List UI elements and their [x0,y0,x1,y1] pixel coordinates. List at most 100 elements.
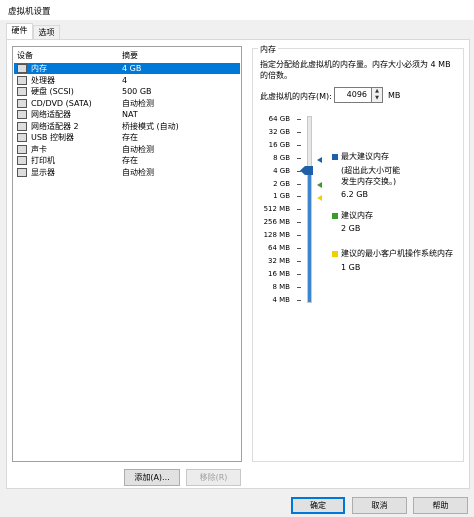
device-name: 内存 [31,64,47,73]
memory-input-value[interactable]: 4096 [347,90,367,99]
device-name: 声卡 [31,144,47,154]
recommended-value: 2 GB [341,224,361,233]
column-header-device[interactable]: 设备 [17,50,33,61]
device-row[interactable]: 打印机 存在 [14,155,240,166]
printer-icon [17,156,27,165]
device-name: 硬盘 (SCSI) [31,87,74,96]
device-row[interactable]: 显示器 自动检测 [14,167,240,178]
recommended-marker-icon [317,182,322,188]
scale-tick-label: 512 MB [263,205,290,214]
scale-tick [297,235,301,237]
device-row[interactable]: 处理器 4 [14,75,240,86]
device-row[interactable]: 网络适配器 NAT [14,109,240,120]
memory-spinner[interactable]: ▲ ▼ [372,87,383,103]
device-summary: 自动检测 [122,144,154,154]
network-icon [17,121,27,131]
device-name: USB 控制器 [31,133,74,142]
remove-device-button[interactable]: 移除(R) [186,469,241,486]
device-name: 网络适配器 [31,110,71,119]
device-summary: 桥接模式 (自动) [122,121,179,131]
processor-icon [17,75,27,85]
scale-tick [297,222,301,224]
scale-tick-label: 32 MB [268,256,290,265]
scale-tick-label: 1 GB [273,192,290,201]
device-summary: 存在 [122,156,138,165]
memory-field-label: 此虚拟机的内存(M): [260,92,332,101]
scale-tick-label: 64 GB [268,115,290,123]
memory-input[interactable]: 4096 [334,87,372,103]
network-icon [17,110,27,119]
max-recommended-note-2: 发生内存交换。) [341,177,397,186]
device-summary: 自动检测 [122,167,154,177]
scale-tick [297,286,301,288]
device-summary: 4 [122,75,128,85]
column-header-summary[interactable]: 摘要 [122,50,138,61]
memory-icon [17,64,27,73]
scale-tick-label: 16 MB [268,269,290,278]
title-bar: 虚拟机设置 [0,0,474,20]
recommended-legend-icon [332,213,338,219]
tab-options[interactable]: 选项 [33,25,60,40]
usb-icon [17,133,27,142]
max-recommended-marker-icon [317,157,322,163]
scale-tick-label: 256 MB [263,218,290,227]
memory-unit: MB [388,91,401,100]
sound-icon [17,144,27,154]
max-recommended-title: 最大建议内存 [341,152,389,161]
scale-tick [297,299,301,301]
min-recommended-marker-icon [317,195,322,201]
harddisk-icon [17,87,27,96]
scale-tick [297,260,301,262]
scale-tick-label: 2 GB [273,179,290,188]
device-name: 网络适配器 2 [31,121,79,131]
recommended-title: 建议内存 [341,211,373,220]
scale-tick [297,144,301,146]
device-row[interactable]: 内存 4 GB [14,63,240,74]
device-summary: 存在 [122,133,138,142]
device-row[interactable]: 声卡 自动检测 [14,144,240,155]
scale-tick [297,273,301,275]
ok-button[interactable]: 确定 [291,497,345,514]
max-recommended-note-1: (超出此大小可能 [341,166,401,175]
scale-tick [297,209,301,211]
spin-up-icon[interactable]: ▲ [373,88,381,95]
add-device-button[interactable]: 添加(A)... [124,469,180,486]
device-summary: 4 GB [122,64,142,73]
max-recommended-legend-icon [332,154,338,160]
max-recommended-value: 6.2 GB [341,190,368,199]
window-title: 虚拟机设置 [8,7,51,17]
device-list[interactable]: 设备 摘要 内存 4 GB 处理器 4 硬盘 (SCSI) 500 GB CD/DVD (S… [12,46,242,462]
device-row[interactable]: USB 控制器 存在 [14,132,240,143]
memory-slider-thumb[interactable] [300,166,313,176]
memory-slider-fill [308,170,311,302]
spin-down-icon[interactable]: ▼ [373,95,381,102]
min-recommended-legend-icon [332,251,338,257]
scale-tick [297,131,301,133]
min-recommended-value: 1 GB [341,263,361,272]
scale-tick-label: 8 GB [273,153,290,162]
scale-tick [297,183,301,185]
device-name: CD/DVD (SATA) [31,98,92,108]
help-button[interactable]: 帮助 [413,497,468,514]
device-name: 处理器 [31,75,55,85]
scale-tick [297,119,301,120]
scale-tick-label: 128 MB [263,231,290,240]
device-summary: 500 GB [122,87,152,96]
scale-tick-label: 4 MB [272,295,290,304]
memory-description: 指定分配给此虚拟机的内存量。内存大小必须为 4 MB 的倍数。 [260,60,451,80]
device-row[interactable]: 网络适配器 2 桥接模式 (自动) [14,121,240,132]
device-row[interactable]: 硬盘 (SCSI) 500 GB [14,86,240,97]
device-row[interactable]: CD/DVD (SATA) 自动检测 [14,98,240,109]
device-name: 显示器 [31,167,55,177]
tab-strip: 硬件 选项 [0,20,474,40]
scale-tick [297,248,301,249]
scale-tick-label: 16 GB [268,140,290,149]
tab-hardware[interactable]: 硬件 [6,23,33,40]
device-summary: NAT [122,110,138,119]
scale-tick-label: 64 MB [268,244,290,252]
cancel-button[interactable]: 取消 [352,497,407,514]
memory-group-title: 内存 [258,44,278,55]
min-recommended-title: 建议的最小客户机操作系统内存 [341,249,453,258]
scale-tick-label: 4 GB [273,166,290,175]
device-name: 打印机 [31,156,55,165]
